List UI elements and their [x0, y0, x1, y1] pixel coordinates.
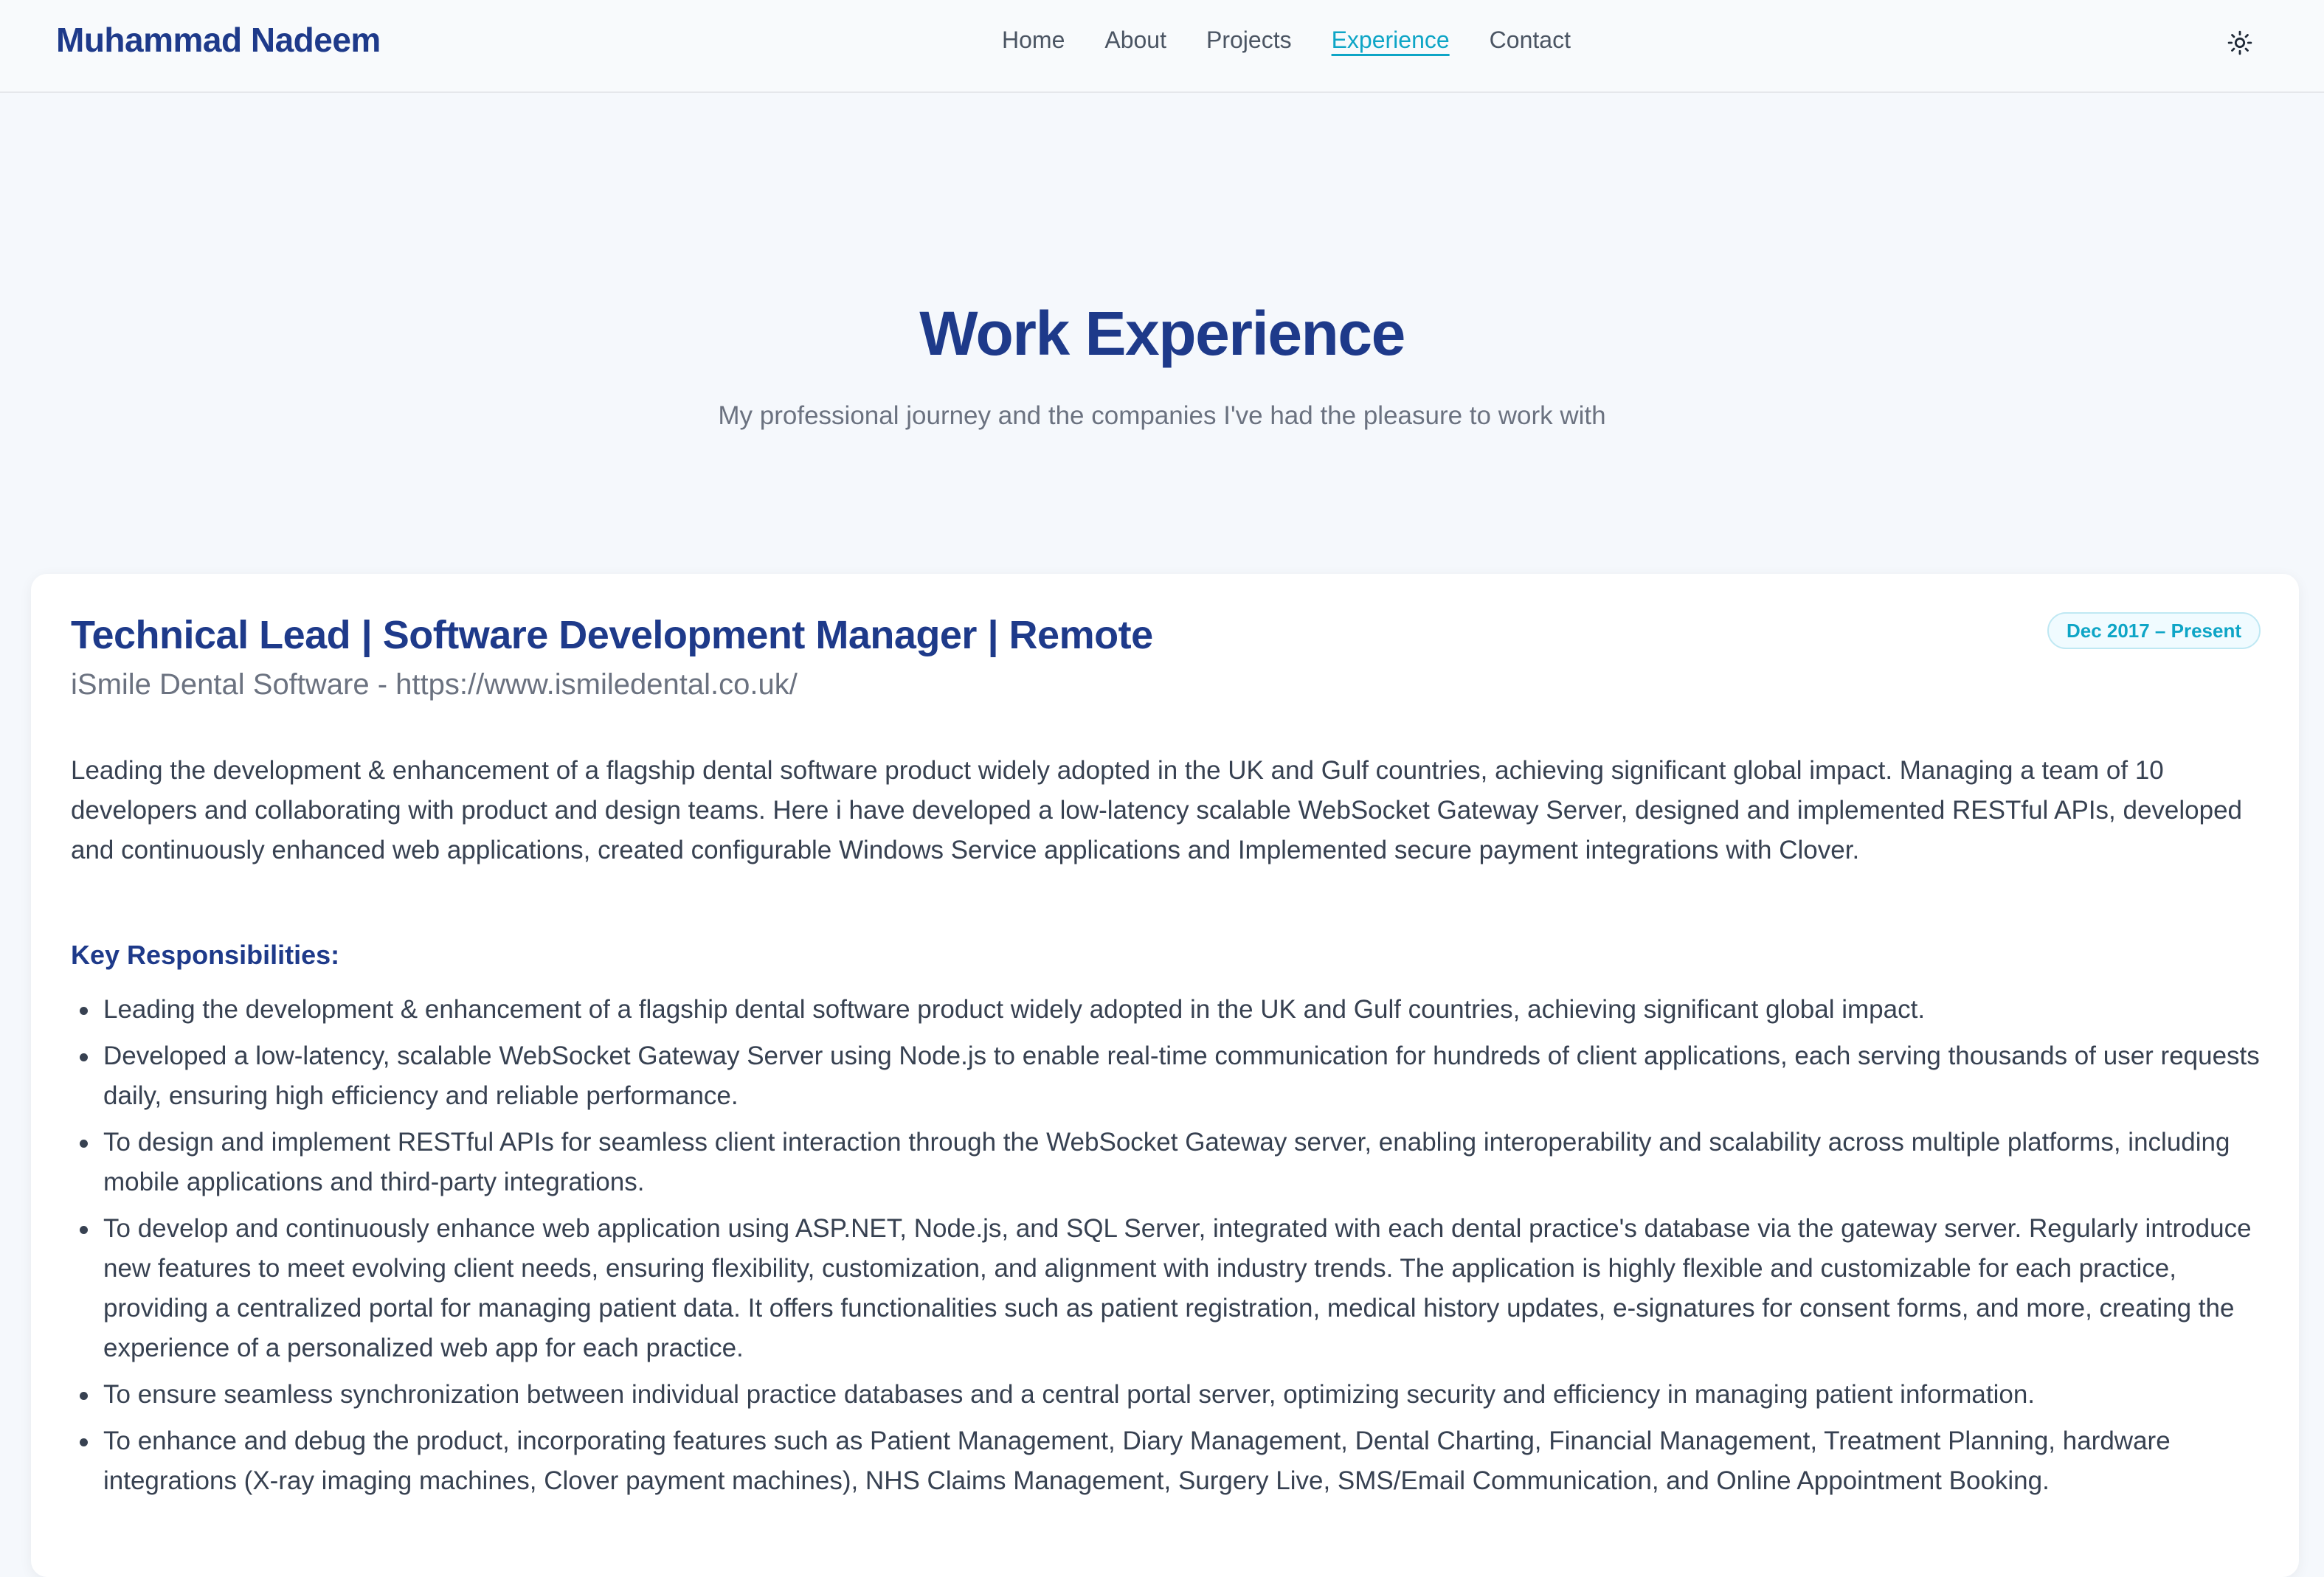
theme-toggle-button[interactable]	[2219, 22, 2261, 63]
company-name: iSmile Dental Software - https://www.ism…	[71, 668, 798, 701]
responsibility-item: Developed a low-latency, scalable WebSoc…	[71, 1036, 2269, 1116]
nav-link-experience[interactable]: Experience	[1332, 24, 1450, 56]
nav-link-projects[interactable]: Projects	[1206, 24, 1292, 56]
responsibilities-heading: Key Responsibilities:	[71, 940, 340, 970]
nav-link-about[interactable]: About	[1104, 24, 1166, 56]
brand-logo[interactable]: Muhammad Nadeem	[56, 20, 381, 60]
nav-link-contact[interactable]: Contact	[1490, 24, 1571, 56]
responsibility-item: To enhance and debug the product, incorp…	[71, 1421, 2269, 1501]
responsibility-item: To develop and continuously enhance web …	[71, 1209, 2269, 1368]
responsibility-item: Leading the development & enhancement of…	[71, 990, 2269, 1030]
nav-links: Home About Projects Experience Contact	[1002, 24, 1571, 56]
experience-card: Technical Lead | Software Development Ma…	[31, 574, 2299, 1577]
date-badge: Dec 2017 – Present	[2047, 612, 2261, 649]
responsibility-item: To design and implement RESTful APIs for…	[71, 1123, 2269, 1202]
job-summary: Leading the development & enhancement of…	[71, 756, 2243, 864]
sun-icon	[2227, 30, 2252, 55]
job-title: Technical Lead | Software Development Ma…	[71, 613, 1153, 657]
responsibilities-list: Leading the development & enhancement of…	[71, 990, 2269, 1508]
page-title: Work Experience	[919, 299, 1405, 368]
responsibility-item: To ensure seamless synchronization betwe…	[71, 1375, 2269, 1415]
nav-link-home[interactable]: Home	[1002, 24, 1065, 56]
page-subtitle: My professional journey and the companie…	[718, 401, 1606, 430]
navbar: Muhammad Nadeem Home About Projects Expe…	[0, 0, 2324, 93]
